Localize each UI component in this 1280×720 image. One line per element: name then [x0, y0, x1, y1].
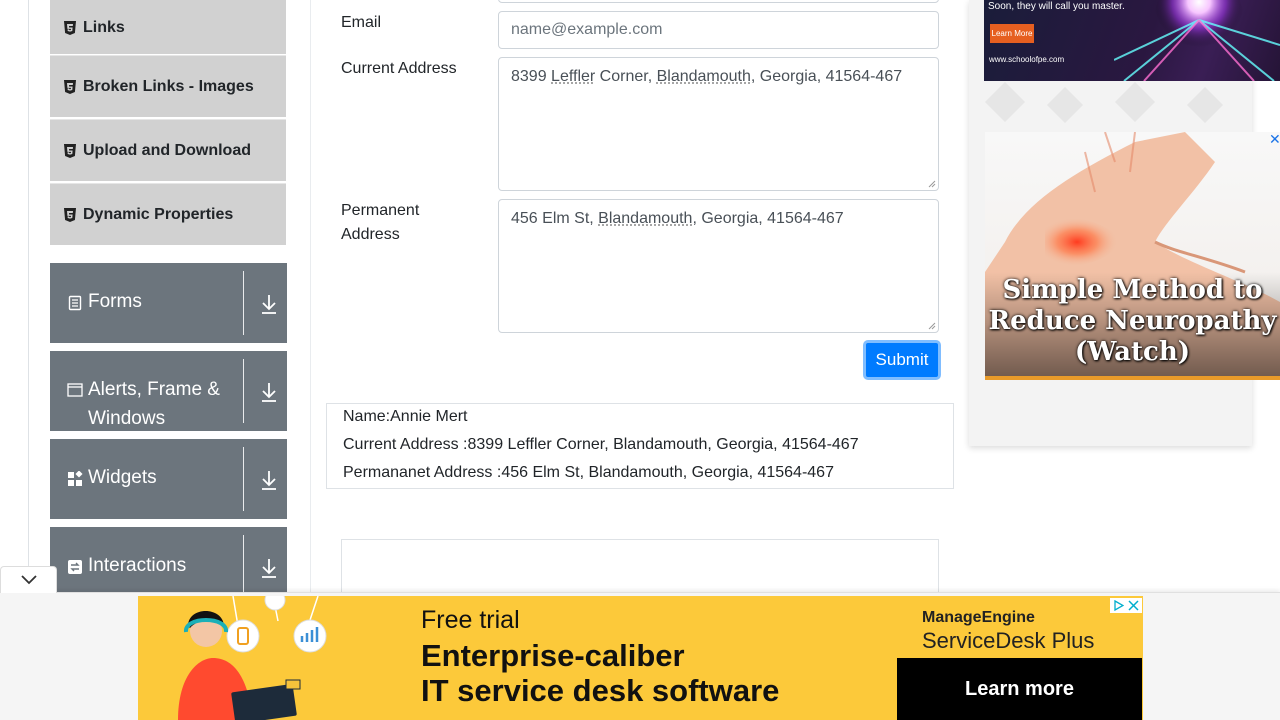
- window-icon: [67, 383, 83, 397]
- close-icon[interactable]: ✕: [1269, 131, 1280, 148]
- spellcheck-word: Blandamouth: [598, 210, 693, 227]
- left-gutter: [28, 0, 29, 600]
- page: Links Broken Links - Images Upload and D…: [0, 0, 1280, 720]
- group-divider: [243, 535, 244, 599]
- document-icon: [68, 295, 82, 311]
- sidebar-item-label: Dynamic Properties: [83, 205, 234, 223]
- spellcheck-word: Leffler: [551, 68, 596, 85]
- sidebar-item-label: Broken Links - Images: [83, 77, 254, 95]
- close-icon: [1128, 600, 1139, 611]
- group-divider: [243, 447, 244, 511]
- chevron-down-icon: [21, 575, 37, 585]
- ad-brand-2: ServiceDesk Plus: [922, 628, 1095, 653]
- sidebar-group-alerts[interactable]: Alerts, Frame & Windows: [50, 351, 287, 431]
- name-field-bottom-edge[interactable]: [498, 0, 939, 3]
- ad-learn-more-cta[interactable]: Learn more: [897, 658, 1142, 720]
- ad-caption: Simple Method to Reduce Neuropathy (Watc…: [988, 275, 1277, 367]
- sidebar-item-broken-links[interactable]: Broken Links - Images: [50, 55, 286, 117]
- sidebar-group-widgets[interactable]: Widgets: [50, 439, 287, 519]
- html5-icon: [64, 207, 76, 222]
- ad-background-pattern: [985, 82, 1223, 123]
- ad-kicker: Free trial: [421, 606, 520, 634]
- current-address-label: Current Address: [341, 60, 457, 77]
- group-label: Widgets: [88, 467, 157, 488]
- address-text: , Georgia, 41564-467: [750, 68, 903, 85]
- email-field[interactable]: name@example.com: [498, 11, 939, 49]
- sidebar-item-upload-download[interactable]: Upload and Download: [50, 119, 286, 181]
- html5-icon: [64, 79, 76, 94]
- group-label: Interactions: [88, 555, 187, 576]
- group-divider: [243, 271, 244, 335]
- resize-handle-icon[interactable]: [928, 180, 936, 188]
- html5-icon: [64, 20, 76, 35]
- group-divider: [243, 359, 244, 423]
- ad-headline-1: Enterprise-caliber: [421, 638, 685, 673]
- ad-learn-more-button[interactable]: Learn More: [990, 24, 1034, 43]
- download-icon[interactable]: [260, 469, 278, 491]
- adchoices-icon: [1114, 600, 1124, 611]
- ad-neuropathy[interactable]: Simple Method to Reduce Neuropathy (Watc…: [985, 132, 1280, 380]
- email-label: Email: [341, 14, 382, 31]
- output-current-address: Current Address :8399 Leffler Corner, Bl…: [343, 436, 859, 453]
- resize-handle-icon[interactable]: [928, 322, 936, 330]
- output-box: Name:Annie Mert Current Address :8399 Le…: [326, 403, 954, 489]
- ad-headline-2: IT service desk software: [421, 673, 780, 708]
- interactions-icon: [68, 560, 82, 574]
- ad-tagline: Soon, they will call you master.: [988, 1, 1125, 12]
- permanent-address-field[interactable]: 456 Elm St, Blandamouth, Georgia, 41564-…: [498, 199, 939, 333]
- download-icon[interactable]: [260, 557, 278, 579]
- support-agent-illustration: [178, 596, 327, 720]
- address-text: Corner,: [595, 68, 657, 85]
- ad-url: www.schoolofpe.com: [989, 55, 1065, 64]
- sidebar-divider: [310, 0, 311, 600]
- sidebar-group-forms[interactable]: Forms: [50, 263, 287, 343]
- widgets-icon: [68, 471, 83, 486]
- group-label: Alerts, Frame & Windows: [88, 379, 220, 429]
- sidebar-item-label: Upload and Download: [83, 141, 251, 159]
- adchoices-badge[interactable]: [1110, 598, 1142, 613]
- output-permanent-address: Permananet Address :456 Elm St, Blandamo…: [343, 464, 834, 481]
- group-label: Forms: [88, 291, 142, 312]
- bottom-ad-banner[interactable]: Free trial Enterprise-caliber IT service…: [138, 596, 1143, 720]
- address-text: 8399: [511, 68, 552, 85]
- sidebar-item-label: Links: [83, 18, 125, 36]
- address-text: , Georgia, 41564-467: [692, 210, 844, 227]
- spellcheck-word: Blandamouth: [656, 68, 751, 85]
- download-icon[interactable]: [260, 293, 278, 315]
- submit-button[interactable]: Submit: [863, 340, 941, 380]
- sidebar-item-links[interactable]: Links: [50, 0, 286, 54]
- light-burst-graphic: [1114, 0, 1280, 81]
- download-icon[interactable]: [260, 381, 278, 403]
- html5-icon: [64, 143, 76, 158]
- ad-banner-top[interactable]: Soon, they will call you master. Learn M…: [984, 0, 1280, 81]
- current-address-field[interactable]: 8399 Leffler Corner, Blandamouth, Georgi…: [498, 57, 939, 191]
- permanent-address-label: Permanent Address: [341, 202, 420, 243]
- ad-placeholder-box: [341, 539, 939, 599]
- output-name: Name:Annie Mert: [343, 408, 468, 425]
- ad-brand-1: ManageEngine: [922, 609, 1035, 626]
- collapse-ad-button[interactable]: [0, 566, 57, 593]
- address-text: 456 Elm St,: [511, 210, 599, 227]
- sidebar-item-dynamic-properties[interactable]: Dynamic Properties: [50, 183, 286, 245]
